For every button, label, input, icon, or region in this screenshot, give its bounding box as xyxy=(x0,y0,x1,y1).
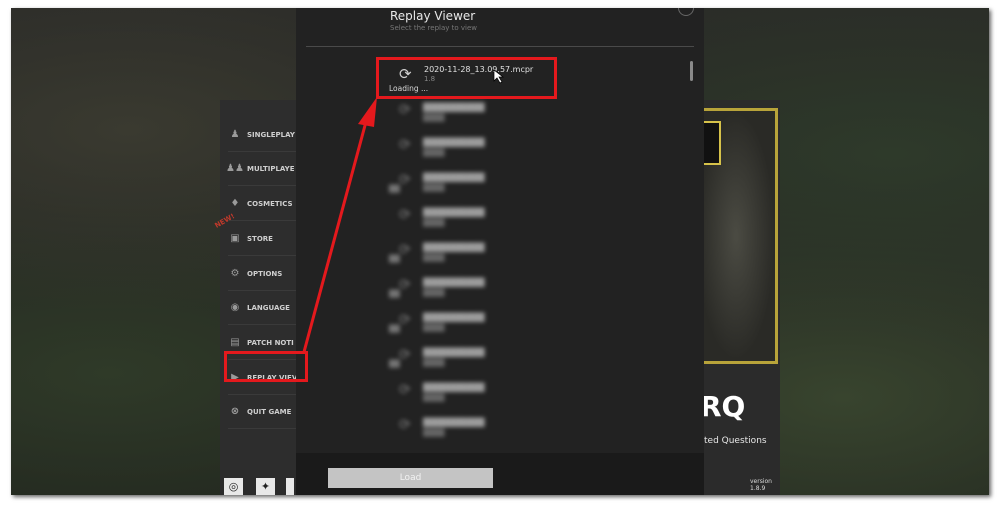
annotation-arrow xyxy=(302,69,505,353)
cursor-icon xyxy=(493,69,505,84)
arrow-head xyxy=(358,97,377,127)
arrow-line xyxy=(302,117,369,353)
